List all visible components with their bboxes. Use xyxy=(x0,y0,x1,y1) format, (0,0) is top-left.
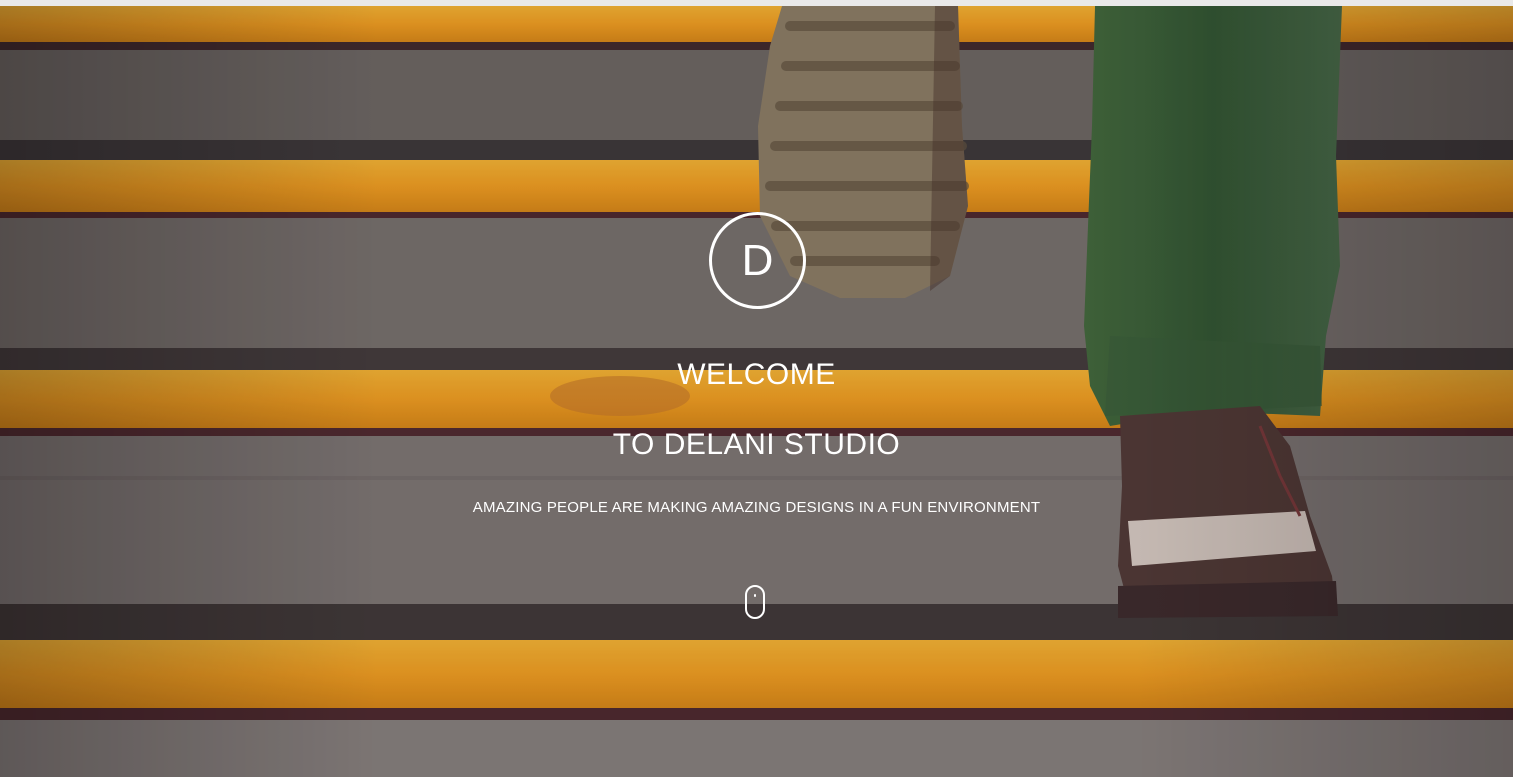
logo-circle: D xyxy=(709,212,806,309)
welcome-heading: WELCOME xyxy=(677,358,836,391)
hero-section: D WELCOME TO DELANI STUDIO AMAZING PEOPL… xyxy=(0,6,1513,777)
mouse-wheel-dot xyxy=(754,594,756,597)
logo-letter: D xyxy=(741,236,774,285)
mouse-scroll-icon[interactable] xyxy=(745,585,765,619)
studio-heading: TO DELANI STUDIO xyxy=(612,428,901,461)
hero-tagline: AMAZING PEOPLE ARE MAKING AMAZING DESIGN… xyxy=(472,499,1041,516)
